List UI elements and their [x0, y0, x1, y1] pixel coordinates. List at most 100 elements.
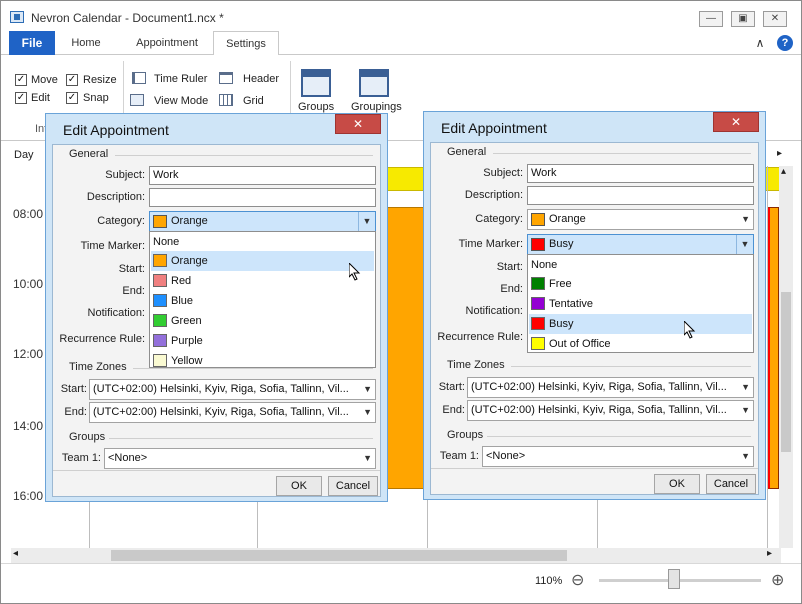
description-input[interactable]: [527, 186, 754, 205]
ribbon-tab-bar: File Home Appointment Settings ∧ ?: [1, 31, 801, 56]
chevron-down-icon: ▼: [741, 405, 750, 415]
time-marker-dropdown-list[interactable]: None Free Tentative Busy Out of Office: [527, 254, 754, 353]
category-dropdown-list[interactable]: None Orange Red Blue Green Purple Yellow: [149, 231, 376, 368]
dropdown-item-red[interactable]: Red: [151, 271, 374, 291]
groupings-icon: [359, 69, 389, 97]
color-swatch: [531, 277, 545, 290]
view-mode-icon: [130, 94, 144, 106]
team-select[interactable]: <None> ▼: [104, 448, 376, 469]
dropdown-item-tentative[interactable]: Tentative: [529, 294, 752, 314]
cancel-button[interactable]: Cancel: [706, 474, 756, 494]
dialog-close-button[interactable]: ✕: [335, 114, 381, 134]
horizontal-scrollbar[interactable]: ◂ ▸: [11, 548, 781, 563]
footer-divider: [53, 470, 380, 471]
restore-button[interactable]: ▣: [731, 11, 755, 27]
category-select[interactable]: Orange ▼: [149, 211, 376, 232]
view-mode-button[interactable]: View Mode: [154, 95, 208, 107]
team-select[interactable]: <None> ▼: [482, 446, 754, 467]
zoom-in-icon[interactable]: ⊕: [771, 570, 784, 590]
snap-checkbox[interactable]: ✓: [66, 92, 78, 104]
tz-start-select[interactable]: (UTC+02:00) Helsinki, Kyiv, Riga, Sofia,…: [467, 377, 754, 398]
cancel-button[interactable]: Cancel: [328, 476, 378, 496]
end-label: End:: [122, 285, 145, 297]
scroll-up-icon[interactable]: ▴: [781, 166, 786, 177]
recurrence-label: Recurrence Rule:: [437, 331, 523, 343]
time-ruler-button[interactable]: Time Ruler: [154, 73, 207, 85]
end-label: End:: [500, 283, 523, 295]
help-icon[interactable]: ?: [777, 35, 793, 51]
tab-appointment[interactable]: Appointment: [123, 31, 211, 55]
scroll-left-icon[interactable]: ◂: [13, 548, 18, 559]
subject-input[interactable]: Work: [149, 166, 376, 185]
dropdown-item-free[interactable]: Free: [529, 274, 752, 294]
ok-button[interactable]: OK: [276, 476, 322, 496]
groupings-button[interactable]: Groupings: [351, 101, 402, 113]
calendar-next-arrow[interactable]: ▸: [777, 148, 782, 159]
dropdown-item-busy[interactable]: Busy: [529, 314, 752, 334]
dropdown-item-purple[interactable]: Purple: [151, 331, 374, 351]
subject-input[interactable]: Work: [527, 164, 754, 183]
dropdown-item-out-of-office[interactable]: Out of Office: [529, 334, 752, 352]
file-tab[interactable]: File: [9, 31, 55, 55]
chevron-down-icon: ▼: [736, 235, 753, 254]
category-value: Orange: [171, 215, 208, 227]
zoom-slider[interactable]: [599, 579, 761, 582]
tz-start-label: Start:: [60, 383, 87, 395]
dropdown-item-blue[interactable]: Blue: [151, 291, 374, 311]
resize-checkbox[interactable]: ✓: [66, 74, 78, 86]
general-group-label: General: [69, 148, 109, 160]
dropdown-item-orange[interactable]: Orange: [151, 251, 374, 271]
start-label: Start:: [118, 263, 145, 275]
ok-button[interactable]: OK: [654, 474, 700, 494]
move-checkbox[interactable]: ✓: [15, 74, 27, 86]
description-input[interactable]: [149, 188, 376, 207]
chevron-down-icon: ▼: [363, 453, 372, 463]
category-select[interactable]: Orange ▼: [527, 209, 754, 230]
groups-group-label: Groups: [69, 431, 106, 443]
dropdown-item-green[interactable]: Green: [151, 311, 374, 331]
scroll-thumb[interactable]: [781, 292, 791, 452]
dropdown-item-yellow[interactable]: Yellow: [151, 351, 374, 368]
time-marker-label: Time Marker:: [80, 240, 145, 252]
footer-divider: [431, 468, 758, 469]
zoom-slider-thumb[interactable]: [667, 569, 680, 589]
dropdown-item-none[interactable]: None: [529, 255, 752, 275]
notification-label: Notification:: [87, 307, 145, 319]
mouse-cursor-icon: [683, 319, 696, 339]
vertical-scrollbar[interactable]: ▴: [779, 166, 793, 548]
tz-end-select[interactable]: (UTC+02:00) Helsinki, Kyiv, Riga, Sofia,…: [467, 400, 754, 421]
group-divider: [109, 438, 373, 439]
group-divider: [133, 368, 373, 369]
dialog-body: General Subject: Work Description: Categ…: [430, 142, 759, 495]
grid-button[interactable]: Grid: [243, 95, 264, 107]
window-title: Nevron Calendar - Document1.ncx *: [31, 11, 224, 25]
scroll-right-icon[interactable]: ▸: [767, 548, 772, 559]
scroll-thumb[interactable]: [111, 550, 567, 561]
notification-label: Notification:: [465, 305, 523, 317]
header-icon: [219, 72, 233, 84]
tab-settings[interactable]: Settings: [213, 31, 279, 56]
close-window-button[interactable]: ✕: [763, 11, 787, 27]
group-divider: [487, 436, 751, 437]
view-label[interactable]: Day: [11, 146, 47, 164]
tz-start-select[interactable]: (UTC+02:00) Helsinki, Kyiv, Riga, Sofia,…: [89, 379, 376, 400]
dropdown-item-none[interactable]: None: [151, 232, 374, 252]
appointment-block[interactable]: [387, 207, 427, 489]
header-button[interactable]: Header: [243, 73, 279, 85]
tz-end-label: End:: [442, 404, 465, 416]
time-ruler-icon: [132, 72, 146, 84]
edit-label: Edit: [31, 92, 50, 104]
collapse-ribbon-icon[interactable]: ∧: [751, 31, 769, 55]
groups-button[interactable]: Groups: [298, 101, 334, 113]
time-marker-select[interactable]: Busy ▼: [527, 234, 754, 255]
chevron-down-icon: ▼: [363, 407, 372, 417]
tz-end-select[interactable]: (UTC+02:00) Helsinki, Kyiv, Riga, Sofia,…: [89, 402, 376, 423]
tab-home[interactable]: Home: [59, 31, 113, 55]
dialog-close-button[interactable]: ✕: [713, 112, 759, 132]
edit-checkbox[interactable]: ✓: [15, 92, 27, 104]
minimize-button[interactable]: —: [699, 11, 723, 27]
subject-label: Subject:: [105, 169, 145, 181]
category-label: Category:: [475, 213, 523, 225]
zoom-out-icon[interactable]: ⊖: [571, 570, 584, 590]
appointment-block[interactable]: [767, 207, 779, 489]
